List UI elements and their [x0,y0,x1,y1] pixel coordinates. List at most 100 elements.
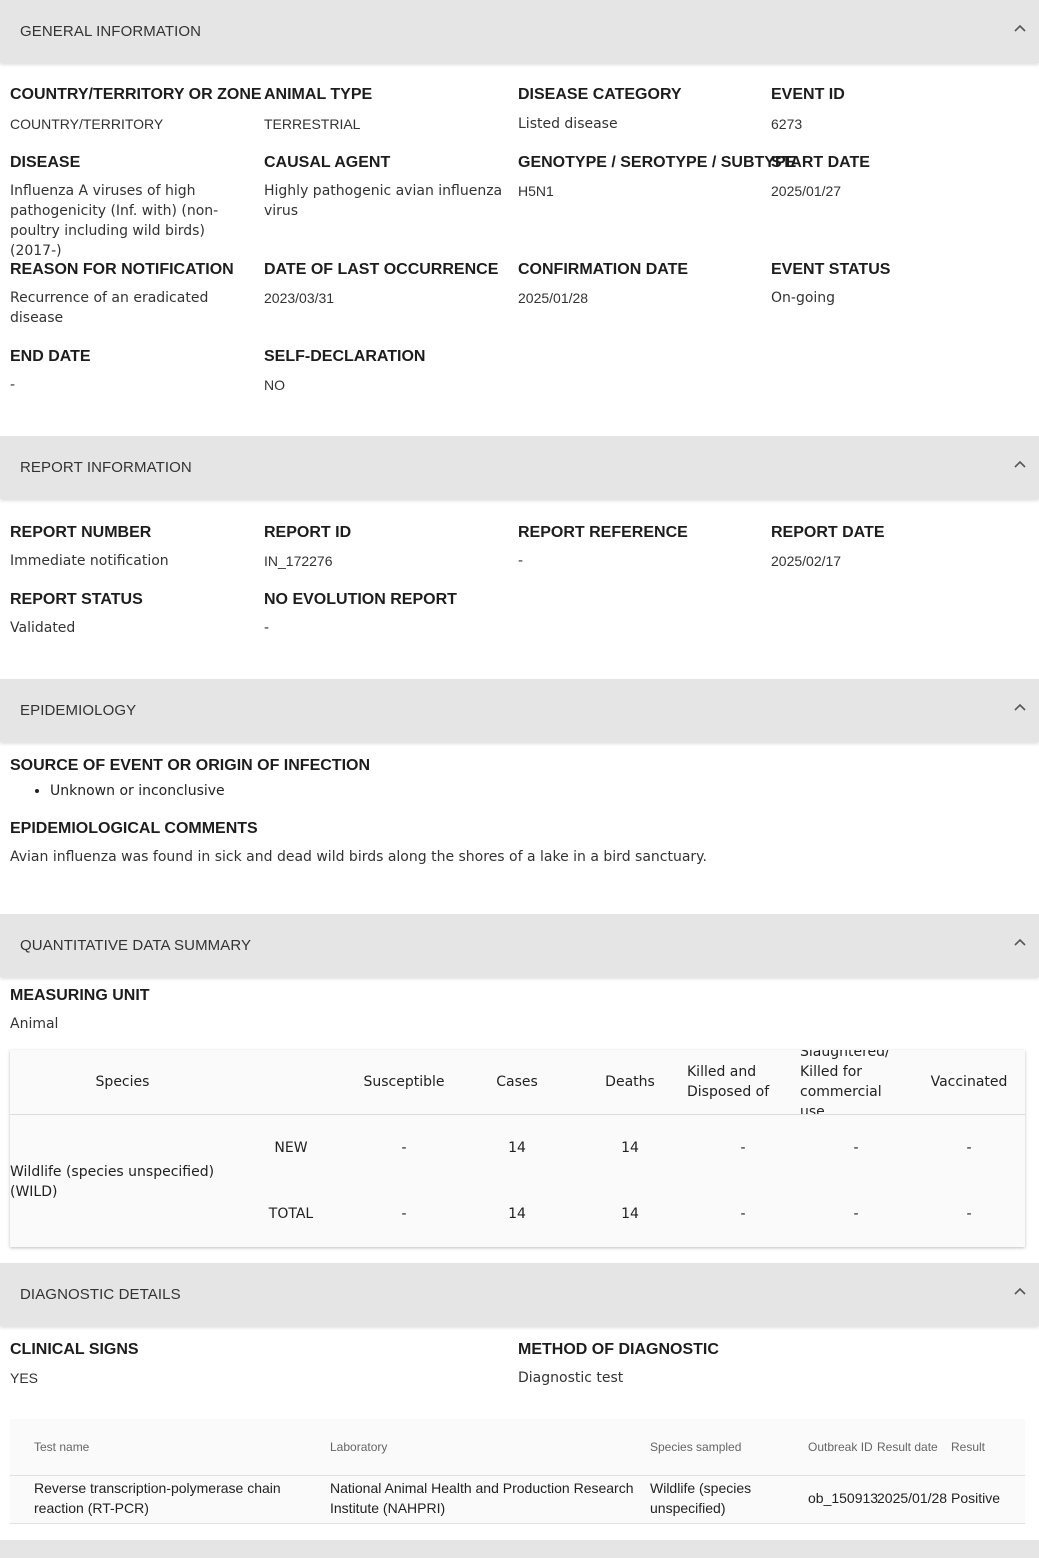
cell-result-date: 2025/01/28 [877,1490,948,1506]
event-id-label: EVENT ID [771,86,845,103]
section-title: EPIDEMIOLOGY [20,702,137,719]
country-value: COUNTRY/TERRITORY [10,116,164,132]
col-species-sampled: Species sampled [650,1440,742,1454]
col-susceptible: Susceptible [363,1074,445,1090]
chevron-up-icon[interactable] [1013,458,1027,472]
animal-type-label: ANIMAL TYPE [264,86,373,103]
diagnostic-table: Test name Laboratory Species sampled Out… [10,1419,1025,1524]
measuring-unit-value: Animal [10,1016,59,1032]
cell-cases: 14 [508,1206,526,1222]
row-type: NEW [274,1140,308,1156]
row-type: TOTAL [268,1206,314,1222]
col-slaughtered: Slaughtered/ Killed for commercial use [800,1050,890,1115]
reason-value: Recurrence of an eradicated disease [10,290,209,326]
cell-slaughtered: - [853,1206,859,1222]
self-declaration-label: SELF-DECLARATION [264,348,426,365]
last-occurrence-value: 2023/03/31 [264,290,335,306]
col-vaccinated: Vaccinated [930,1074,1008,1090]
comments-label: EPIDEMIOLOGICAL COMMENTS [10,820,258,837]
report-id-value: IN_172276 [264,553,333,569]
report-id-label: REPORT ID [264,524,352,541]
cell-susceptible: - [401,1206,407,1222]
causal-agent-label: CAUSAL AGENT [264,154,391,171]
chevron-up-icon[interactable] [1013,1285,1027,1299]
disease-value: Influenza A viruses of high pathogenicit… [10,183,219,259]
col-deaths: Deaths [605,1074,655,1090]
section-title: REPORT INFORMATION [20,459,192,476]
cell-laboratory: National Animal Health and Production Re… [330,1480,634,1516]
species-name: Wildlife (species unspecified) (WILD) [10,1164,215,1200]
cell-killed: - [740,1140,746,1156]
causal-agent-value: Highly pathogenic avian influenza virus [264,183,503,219]
quantitative-header[interactable]: QUANTITATIVE DATA SUMMARY [0,914,1039,977]
cell-test-name: Reverse transcription-polymerase chain r… [34,1480,281,1516]
divider [10,1523,1025,1524]
animal-type-value: TERRESTRIAL [264,116,361,132]
report-number-label: REPORT NUMBER [10,524,152,541]
comments-value: Avian influenza was found in sick and de… [10,849,707,865]
self-declaration-value: NO [264,377,285,393]
chevron-up-icon[interactable] [1013,22,1027,36]
end-date-value: - [10,377,16,393]
no-evolution-label: NO EVOLUTION REPORT [264,591,457,608]
cell-susceptible: - [401,1140,407,1156]
cell-outbreak-id: ob_150913 [808,1490,879,1506]
disease-category-label: DISEASE CATEGORY [518,86,682,103]
chevron-up-icon[interactable] [1013,701,1027,715]
source-label: SOURCE OF EVENT OR ORIGIN OF INFECTION [10,757,371,774]
report-date-label: REPORT DATE [771,524,885,541]
country-label: COUNTRY/TERRITORY OR ZONE [10,86,262,103]
col-test-name: Test name [34,1440,90,1454]
col-result: Result [951,1440,986,1454]
section-title: QUANTITATIVE DATA SUMMARY [20,937,252,954]
source-list: Unknown or inconclusive [10,783,225,799]
list-item: Unknown or inconclusive [50,783,225,799]
event-id-value: 6273 [771,116,803,132]
cell-vaccinated: - [966,1206,972,1222]
col-cases: Cases [496,1074,538,1090]
report-reference-label: REPORT REFERENCE [518,524,688,541]
last-occurrence-label: DATE OF LAST OCCURRENCE [264,261,499,278]
section-title: DIAGNOSTIC DETAILS [20,1286,181,1303]
col-result-date: Result date [877,1440,938,1454]
clinical-signs-label: CLINICAL SIGNS [10,1341,139,1358]
end-date-label: END DATE [10,348,91,365]
next-section-header[interactable] [0,1540,1039,1558]
method-label: METHOD OF DIAGNOSTIC [518,1341,719,1358]
col-species: Species [95,1074,150,1090]
measuring-unit-label: MEASURING UNIT [10,987,150,1004]
cell-slaughtered: - [853,1140,859,1156]
cell-result: Positive [951,1490,1001,1506]
quantitative-table: Species Susceptible Cases Deaths Killed … [10,1050,1025,1247]
report-reference-value: - [518,553,524,569]
disease-category-value: Listed disease [518,116,618,132]
report-information-header[interactable]: REPORT INFORMATION [0,436,1039,499]
start-date-label: START DATE [771,154,870,171]
col-laboratory: Laboratory [330,1440,388,1454]
report-status-value: Validated [10,620,76,636]
cell-killed: - [740,1206,746,1222]
cell-deaths: 14 [621,1206,639,1222]
start-date-value: 2025/01/27 [771,183,842,199]
cell-species-sampled: Wildlife (species unspecified) [650,1480,752,1516]
report-date-value: 2025/02/17 [771,553,842,569]
table-header: Species Susceptible Cases Deaths Killed … [10,1050,1025,1115]
report-number-value: Immediate notification [10,553,169,569]
col-killed: Killed and Disposed of [687,1064,770,1100]
divider [10,1475,1025,1476]
diagnostic-header[interactable]: DIAGNOSTIC DETAILS [0,1263,1039,1326]
confirmation-date-label: CONFIRMATION DATE [518,261,689,278]
genotype-label: GENOTYPE / SEROTYPE / SUBTYPE [518,154,797,171]
genotype-value: H5N1 [518,183,554,199]
method-value: Diagnostic test [518,1370,624,1386]
chevron-up-icon[interactable] [1013,936,1027,950]
epidemiology-header[interactable]: EPIDEMIOLOGY [0,679,1039,742]
general-information-header[interactable]: GENERAL INFORMATION [0,0,1039,63]
event-status-label: EVENT STATUS [771,261,891,278]
col-outbreak-id: Outbreak ID [808,1440,873,1454]
event-status-value: On-going [771,290,836,306]
clinical-signs-value: YES [10,1370,39,1386]
reason-label: REASON FOR NOTIFICATION [10,261,234,278]
no-evolution-value: - [264,620,270,636]
report-status-label: REPORT STATUS [10,591,143,608]
